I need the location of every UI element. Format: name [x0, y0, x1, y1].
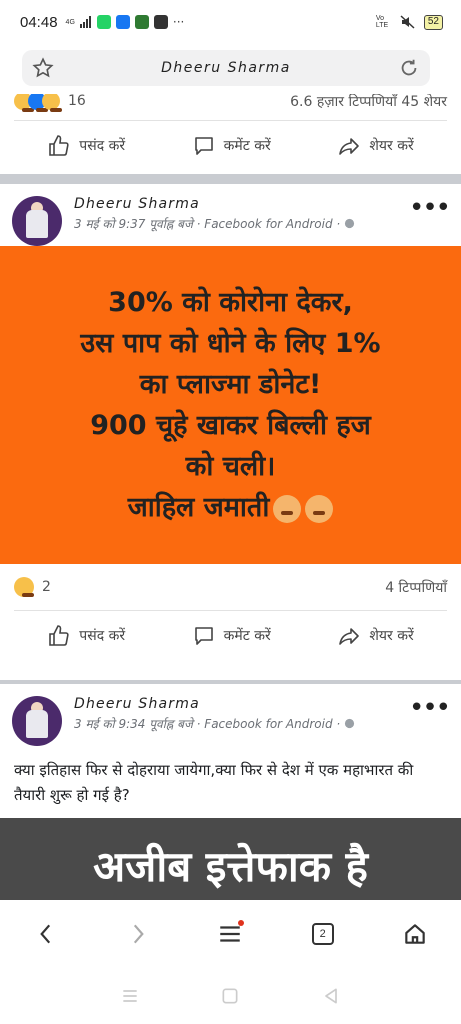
thumbs-up-icon [49, 624, 69, 646]
like-button[interactable]: पसंद करें [47, 134, 125, 158]
post-timestamp: 3 मई को 9:34 पूर्वाह्न बजे · Facebook fo… [74, 715, 409, 732]
post-header: Dheeru Sharma 3 मई को 9:34 पूर्वाह्न बजे… [0, 684, 461, 746]
share-label: शेयर करें [369, 628, 414, 644]
globe-icon [344, 218, 355, 229]
author-name[interactable]: Dheeru Sharma [74, 196, 409, 212]
comment-icon [194, 136, 213, 155]
browser-title-bar[interactable]: Dheeru Sharma [22, 50, 430, 86]
share-button[interactable]: शेयर करें [337, 624, 414, 648]
app-icon [134, 15, 149, 29]
thumbs-up-icon [49, 134, 69, 156]
gallery-icon [153, 15, 168, 29]
reload-icon[interactable] [398, 57, 420, 79]
image-line: 900 चूहे खाकर बिल्ली हज [90, 410, 371, 441]
image-line: उस पाप को धोने के लिए 1% [80, 328, 381, 359]
comment-button[interactable]: कमेंट करें [192, 134, 271, 158]
status-bar: 04:48 4G ··· Vo LTE 52 [0, 0, 461, 44]
share-button[interactable]: शेयर करें [337, 134, 414, 158]
image-line: जाहिल जमाती [127, 492, 270, 523]
author-name[interactable]: Dheeru Sharma [74, 696, 409, 712]
recents-menu-icon[interactable] [120, 986, 140, 1006]
more-notifications-icon: ··· [172, 15, 185, 29]
network-label: 4G [65, 18, 75, 26]
globe-icon [344, 718, 355, 729]
avatar[interactable] [12, 196, 62, 246]
tabs-button[interactable]: 2 [303, 914, 343, 954]
post-image[interactable]: अजीब इत्तेफाक है [0, 818, 461, 900]
volte-label: Vo LTE [375, 15, 389, 29]
battery-indicator: 52 [423, 14, 443, 30]
post-card-previous: 16 6.6 हज़ार टिप्पणियाँ 45 शेयर पसंद करे… [0, 94, 461, 174]
reactions-row[interactable]: 2 4 टिप्पणियाँ [0, 564, 461, 610]
reactions-count: 2 [42, 579, 51, 595]
angry-emoji-icon [273, 494, 302, 523]
comment-label: कमेंट करें [223, 628, 271, 644]
back-triangle-icon[interactable] [321, 986, 341, 1006]
post-text: क्या इतिहास फिर से दोहराया जायेगा,क्या फ… [14, 761, 414, 804]
facebook-icon [115, 15, 130, 29]
like-button[interactable]: पसंद करें [47, 624, 125, 648]
comment-icon [194, 626, 213, 645]
back-button[interactable] [26, 914, 66, 954]
browser-nav-bar: 2 [0, 900, 461, 968]
post-image[interactable]: 30% को कोरोना देकर, उस पाप को धोने के लि… [0, 246, 461, 564]
image-line: को चली। [185, 451, 276, 482]
comments-count[interactable]: 4 टिप्पणियाँ [385, 578, 447, 597]
share-icon [339, 627, 360, 645]
menu-button[interactable] [210, 914, 250, 954]
chevron-right-icon [134, 924, 145, 944]
reaction-icons [14, 94, 62, 112]
angry-emoji-icon [305, 494, 334, 523]
notification-dot [238, 920, 245, 926]
home-square-icon[interactable] [220, 986, 240, 1006]
reactions-row[interactable]: 16 6.6 हज़ार टिप्पणियाँ 45 शेयर [0, 94, 461, 112]
share-icon [339, 137, 360, 155]
image-line-last: जाहिल जमाती [128, 487, 334, 528]
comment-button[interactable]: कमेंट करें [192, 624, 271, 648]
laugh-reaction-icon [14, 577, 34, 597]
signal-icon [79, 16, 91, 28]
whatsapp-icon [96, 15, 111, 29]
mute-icon [400, 15, 415, 29]
post-timestamp: 3 मई को 9:37 पूर्वाह्न बजे · Facebook fo… [74, 215, 409, 232]
post-meta-text: 3 मई को 9:37 पूर्वाह्न बजे · Facebook fo… [74, 217, 341, 231]
forward-button[interactable] [118, 914, 158, 954]
home-icon [405, 924, 425, 944]
like-label: पसंद करें [79, 628, 126, 644]
post-meta-text: 3 मई को 9:34 पूर्वाह्न बजे · Facebook fo… [74, 717, 341, 731]
news-feed[interactable]: 16 6.6 हज़ार टिप्पणियाँ 45 शेयर पसंद करे… [0, 94, 461, 900]
system-nav-bar [0, 968, 461, 1024]
more-options-icon[interactable]: ••• [409, 695, 451, 721]
star-bookmark-icon[interactable] [32, 57, 54, 79]
post-card: Dheeru Sharma 3 मई को 9:34 पूर्वाह्न बजे… [0, 684, 461, 900]
post-actions: पसंद करें कमेंट करें शेयर करें [14, 120, 447, 170]
wow-reaction-icon [42, 94, 62, 112]
share-label: शेयर करें [369, 138, 414, 154]
avatar[interactable] [12, 696, 62, 746]
like-label: पसंद करें [79, 138, 126, 154]
comments-shares-count[interactable]: 6.6 हज़ार टिप्पणियाँ 45 शेयर [290, 94, 447, 111]
more-options-icon[interactable]: ••• [409, 195, 451, 221]
image-line: 30% को कोरोना देकर, [108, 287, 353, 318]
post-header: Dheeru Sharma 3 मई को 9:37 पूर्वाह्न बजे… [0, 184, 461, 246]
home-button[interactable] [395, 914, 435, 954]
status-time: 04:48 [20, 13, 58, 31]
post-card: Dheeru Sharma 3 मई को 9:37 पूर्वाह्न बजे… [0, 184, 461, 680]
comment-label: कमेंट करें [223, 138, 271, 154]
page-title: Dheeru Sharma [161, 60, 291, 76]
image-line: का प्लाज्मा डोनेट! [139, 369, 322, 400]
chevron-left-icon [40, 924, 51, 944]
post-actions: पसंद करें कमेंट करें शेयर करें [14, 610, 447, 660]
tab-count: 2 [311, 923, 334, 945]
image-text: अजीब इत्तेफाक है [93, 842, 368, 891]
reactions-count: 16 [68, 94, 86, 109]
